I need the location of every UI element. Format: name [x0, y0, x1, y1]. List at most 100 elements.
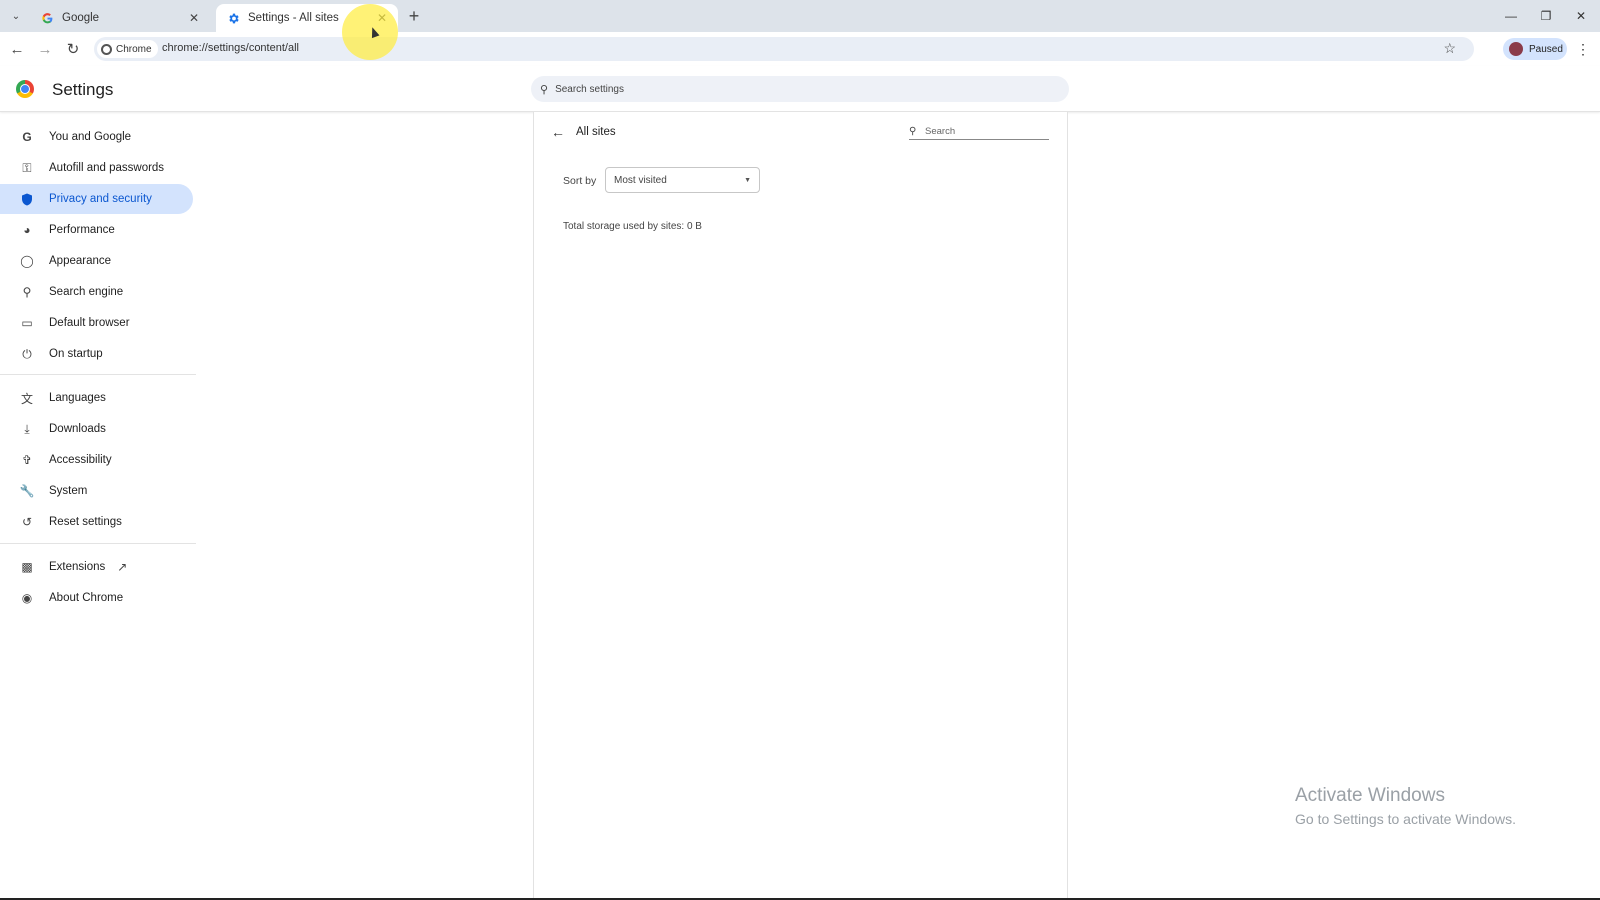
section-title: All sites [576, 126, 616, 138]
close-icon: ✕ [1575, 9, 1587, 23]
chrome-icon [101, 43, 112, 55]
speedometer-icon: ◕ [23, 223, 31, 237]
sidebar-item-performance[interactable]: ◕ Performance [0, 215, 193, 245]
google-g-icon [40, 11, 54, 25]
tab-title: Settings - All sites [248, 12, 339, 24]
page-title: Settings [52, 80, 114, 99]
address-bar[interactable]: Chrome chrome://settings/content/all ☆ [94, 37, 1474, 61]
open-in-new-icon: ↗ [117, 560, 128, 574]
palette-icon: ◯ [20, 254, 34, 268]
reload-icon: ↻ [66, 41, 80, 58]
settings-header: Settings ⚲ Search settings [0, 66, 1600, 112]
sidebar-item-label: Appearance [49, 255, 112, 267]
tab-title: Google [62, 12, 100, 24]
chevron-down-icon: ⌄ [11, 10, 21, 22]
sidebar-item-autofill[interactable]: ⚿ Autofill and passwords [0, 153, 193, 183]
search-placeholder: Search settings [555, 83, 624, 95]
sidebar-item-privacy-and-security[interactable]: Privacy and security [0, 184, 193, 214]
sidebar-item-label: Privacy and security [49, 193, 152, 205]
arrow-left-icon: ← [551, 124, 565, 140]
all-sites-card: ← All sites ⚲ Search Sort by Most visite… [533, 112, 1068, 900]
download-icon: ⤓ [24, 421, 30, 436]
sidebar-item-label: Performance [49, 224, 115, 236]
site-search-input[interactable]: ⚲ Search [909, 124, 1049, 140]
sidebar-item-extensions[interactable]: ▩ Extensions ↗ [0, 552, 193, 582]
restore-button[interactable]: ❐ [1529, 0, 1563, 32]
url-text: chrome://settings/content/all [162, 42, 299, 54]
sort-by-select[interactable]: Most visited ▼ [605, 167, 760, 193]
sidebar-item-label: Reset settings [49, 516, 122, 528]
sidebar-item-label: On startup [49, 348, 103, 360]
back-button[interactable]: ← [6, 38, 28, 60]
arrow-right-icon: → [37, 40, 53, 58]
bookmark-star-icon[interactable]: ☆ [1443, 40, 1456, 57]
back-arrow-button[interactable]: ← [548, 122, 568, 142]
sidebar-item-appearance[interactable]: ◯ Appearance [0, 246, 193, 276]
caret-down-icon: ▼ [744, 176, 751, 184]
sidebar-item-system[interactable]: 🔧 System [0, 476, 193, 506]
close-window-button[interactable]: ✕ [1564, 0, 1598, 32]
key-icon: ⚿ [22, 160, 32, 175]
sidebar-item-on-startup[interactable]: ⏻ On startup [0, 339, 193, 369]
sidebar-item-label: About Chrome [49, 592, 124, 604]
chip-label: Chrome [116, 43, 152, 55]
settings-sidebar: G You and Google ⚿ Autofill and password… [0, 112, 200, 900]
sidebar-item-label: Autofill and passwords [49, 162, 165, 174]
browser-menu-button[interactable]: ⋮ [1575, 38, 1591, 60]
browser-window-icon: ▭ [21, 316, 33, 330]
sidebar-item-label: Default browser [49, 317, 130, 329]
sidebar-item-search-engine[interactable]: ⚲ Search engine [0, 277, 193, 307]
sidebar-item-label: Languages [49, 392, 106, 404]
search-icon: ⚲ [909, 126, 917, 137]
profile-button[interactable]: Paused [1503, 38, 1567, 60]
reset-icon: ↺ [21, 515, 33, 529]
search-settings-input[interactable]: ⚲ Search settings [531, 76, 1069, 102]
tab-search-button[interactable]: ⌄ [6, 6, 26, 26]
chrome-icon: ◉ [21, 591, 33, 605]
sidebar-item-label: Downloads [49, 423, 106, 435]
reload-button[interactable]: ↻ [62, 38, 84, 60]
google-g-icon: G [22, 130, 32, 144]
more-vert-icon: ⋮ [1576, 40, 1590, 57]
close-icon[interactable]: ✕ [186, 10, 202, 26]
search-placeholder: Search [925, 126, 956, 137]
sidebar-item-about-chrome[interactable]: ◉ About Chrome [0, 583, 193, 613]
forward-button[interactable]: → [34, 38, 56, 60]
chrome-logo-icon [16, 80, 34, 98]
puzzle-icon: ▩ [21, 560, 33, 574]
new-tab-button[interactable]: + [404, 6, 424, 26]
watermark-title: Activate Windows [1295, 785, 1445, 806]
sidebar-divider [0, 543, 196, 544]
translate-icon: 文 [20, 391, 33, 406]
watermark-subtitle: Go to Settings to activate Windows. [1295, 811, 1516, 827]
sidebar-item-label: Accessibility [49, 454, 112, 466]
sidebar-item-reset-settings[interactable]: ↺ Reset settings [0, 507, 193, 537]
sidebar-item-default-browser[interactable]: ▭ Default browser [0, 308, 193, 338]
browser-toolbar: ← → ↻ Chrome chrome://settings/content/a… [0, 32, 1600, 66]
sidebar-item-label: System [49, 485, 88, 497]
sidebar-item-languages[interactable]: 文 Languages [0, 383, 193, 413]
sidebar-item-you-and-google[interactable]: G You and Google [0, 122, 193, 152]
arrow-left-icon: ← [9, 40, 25, 58]
search-icon: ⚲ [22, 285, 32, 299]
sort-selected-value: Most visited [614, 174, 667, 186]
sidebar-item-downloads[interactable]: ⤓ Downloads [0, 414, 193, 444]
sidebar-item-label: You and Google [49, 131, 132, 143]
site-info-chip[interactable]: Chrome [97, 40, 158, 58]
sidebar-item-accessibility[interactable]: ✞ Accessibility [0, 445, 193, 475]
restore-icon: ❐ [1540, 9, 1552, 23]
shield-icon [19, 191, 35, 207]
sidebar-divider [0, 374, 196, 375]
accessibility-icon: ✞ [21, 453, 33, 467]
minimize-button[interactable]: — [1494, 0, 1528, 32]
sort-by-label: Sort by [563, 175, 597, 187]
wrench-icon: 🔧 [19, 484, 35, 498]
profile-status: Paused [1529, 43, 1563, 55]
tab-google[interactable]: Google ✕ [30, 4, 210, 32]
storage-summary: Total storage used by sites: 0 B [563, 221, 702, 232]
search-icon: ⚲ [540, 83, 549, 96]
power-icon: ⏻ [22, 346, 32, 361]
close-icon[interactable]: ✕ [374, 10, 390, 26]
sidebar-item-label: Extensions [49, 561, 106, 573]
gear-icon [226, 11, 240, 25]
